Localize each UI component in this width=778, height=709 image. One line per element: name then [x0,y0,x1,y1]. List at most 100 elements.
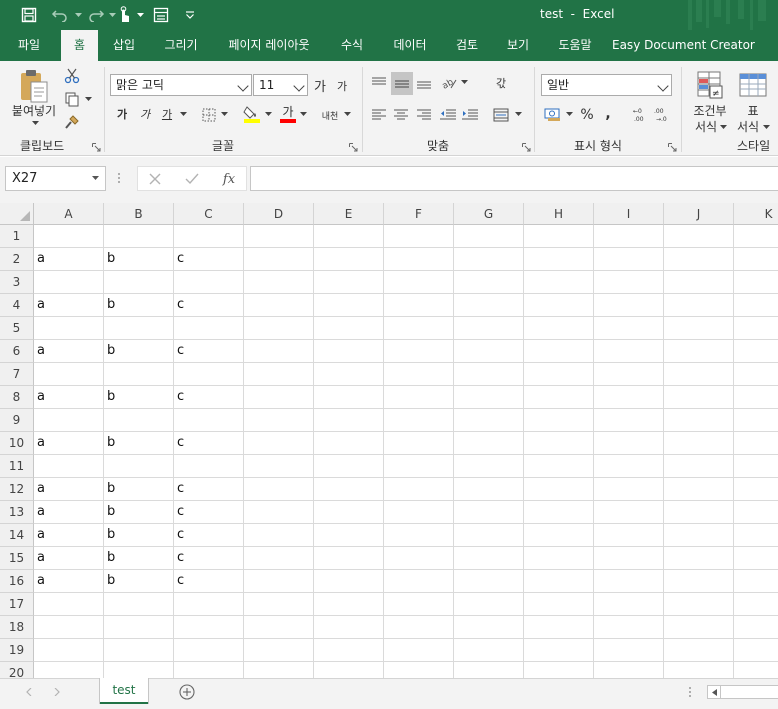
cell-i2[interactable] [594,248,664,271]
row-header-13[interactable]: 13 [0,501,34,524]
cell-k15[interactable] [734,547,778,570]
cell-d7[interactable] [244,363,314,386]
cell-j1[interactable] [664,225,734,248]
borders-dropdown-icon[interactable] [219,109,229,119]
format-painter-icon[interactable] [63,113,81,131]
cell-g20[interactable] [454,662,524,678]
cell-k2[interactable] [734,248,778,271]
cell-g4[interactable] [454,294,524,317]
cell-c12[interactable]: c [174,478,244,501]
underline-dropdown-icon[interactable] [178,109,188,119]
cell-j3[interactable] [664,271,734,294]
save-icon[interactable] [19,5,39,25]
phonetic-dropdown-icon[interactable] [342,109,352,119]
cell-c15[interactable]: c [174,547,244,570]
font-color-button[interactable]: 가 [279,103,297,125]
cell-i10[interactable] [594,432,664,455]
cell-b20[interactable] [104,662,174,678]
tab-easy-document-creator[interactable]: Easy Document Creator [612,30,755,61]
cell-k16[interactable] [734,570,778,593]
number-launcher-icon[interactable] [668,141,677,152]
cell-a13[interactable]: a [34,501,104,524]
column-header-h[interactable]: H [524,203,594,225]
cell-k3[interactable] [734,271,778,294]
row-header-20[interactable]: 20 [0,662,34,678]
sheet-tab-test[interactable]: test [100,678,148,704]
cell-h18[interactable] [524,616,594,639]
align-center-icon[interactable] [391,105,411,125]
cell-h7[interactable] [524,363,594,386]
cell-j4[interactable] [664,294,734,317]
cell-f16[interactable] [384,570,454,593]
cell-b16[interactable]: b [104,570,174,593]
cell-a1[interactable] [34,225,104,248]
copy-dropdown-icon[interactable] [83,94,93,104]
merge-dropdown-icon[interactable] [513,109,523,119]
cell-c17[interactable] [174,593,244,616]
cell-d15[interactable] [244,547,314,570]
touch-mode-icon[interactable] [114,5,134,25]
cell-c14[interactable]: c [174,524,244,547]
cell-e18[interactable] [314,616,384,639]
cell-h11[interactable] [524,455,594,478]
cell-g3[interactable] [454,271,524,294]
cell-j6[interactable] [664,340,734,363]
accounting-dropdown-icon[interactable] [564,109,574,119]
cell-b13[interactable]: b [104,501,174,524]
tab-help[interactable]: 도움말 [549,30,601,61]
cell-b10[interactable]: b [104,432,174,455]
conditional-formatting-icon[interactable]: ≠ [695,69,725,101]
column-header-i[interactable]: I [594,203,664,225]
cell-f3[interactable] [384,271,454,294]
align-middle-icon[interactable] [391,72,413,95]
cell-g9[interactable] [454,409,524,432]
row-header-17[interactable]: 17 [0,593,34,616]
cell-k7[interactable] [734,363,778,386]
scroll-left-icon[interactable] [708,686,721,698]
cell-i13[interactable] [594,501,664,524]
cell-f9[interactable] [384,409,454,432]
cell-g13[interactable] [454,501,524,524]
cell-d19[interactable] [244,639,314,662]
cell-j20[interactable] [664,662,734,678]
column-header-b[interactable]: B [104,203,174,225]
touch-dropdown-icon[interactable] [135,5,145,25]
cell-e2[interactable] [314,248,384,271]
cell-d17[interactable] [244,593,314,616]
cell-a14[interactable]: a [34,524,104,547]
cell-a16[interactable]: a [34,570,104,593]
cell-h13[interactable] [524,501,594,524]
cell-c9[interactable] [174,409,244,432]
cell-g6[interactable] [454,340,524,363]
cell-a6[interactable]: a [34,340,104,363]
cell-j15[interactable] [664,547,734,570]
customize-qat-icon[interactable] [182,5,198,25]
cell-c2[interactable]: c [174,248,244,271]
cell-b18[interactable] [104,616,174,639]
cell-k5[interactable] [734,317,778,340]
cell-e20[interactable] [314,662,384,678]
column-header-a[interactable]: A [34,203,104,225]
tab-home[interactable]: 홈 [61,30,98,61]
cell-k14[interactable] [734,524,778,547]
cell-f8[interactable] [384,386,454,409]
format-as-table-label-1[interactable]: 표 [743,102,763,118]
cell-a12[interactable]: a [34,478,104,501]
undo-icon[interactable] [48,5,72,25]
cell-d16[interactable] [244,570,314,593]
cell-j7[interactable] [664,363,734,386]
borders-icon[interactable] [200,106,218,124]
cell-f17[interactable] [384,593,454,616]
cell-k4[interactable] [734,294,778,317]
row-header-4[interactable]: 4 [0,294,34,317]
cell-i20[interactable] [594,662,664,678]
cell-b15[interactable]: b [104,547,174,570]
number-format-select[interactable]: 일반 [541,74,672,96]
cell-g19[interactable] [454,639,524,662]
cell-j5[interactable] [664,317,734,340]
column-header-f[interactable]: F [384,203,454,225]
cell-g17[interactable] [454,593,524,616]
cell-k18[interactable] [734,616,778,639]
bold-button[interactable]: 가 [115,105,129,123]
cell-g8[interactable] [454,386,524,409]
